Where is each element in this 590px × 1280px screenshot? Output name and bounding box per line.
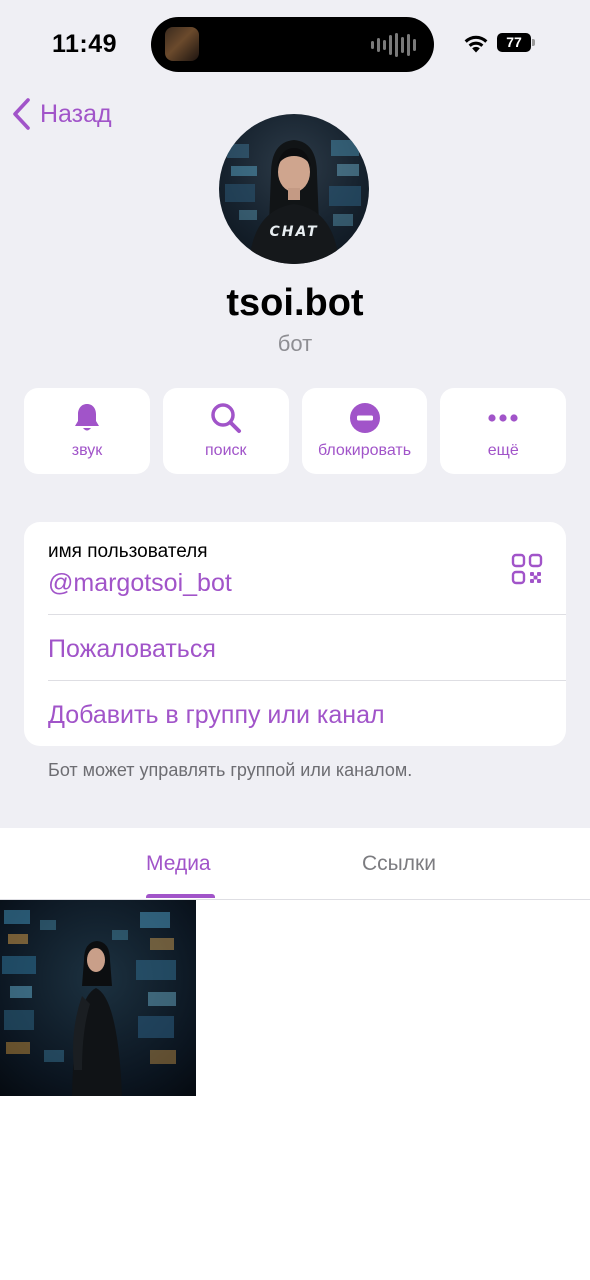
search-icon	[211, 403, 241, 433]
username-value[interactable]: @margotsoi_bot	[48, 569, 232, 598]
divider	[48, 614, 566, 615]
battery-level: 77	[506, 34, 522, 50]
username-row[interactable]: имя пользователя @margotsoi_bot	[24, 522, 566, 614]
wifi-icon	[464, 35, 488, 53]
back-button[interactable]: Назад	[10, 96, 112, 132]
now-playing-artwork	[165, 27, 199, 61]
bell-icon	[75, 404, 99, 431]
tab-links[interactable]: Ссылки	[362, 852, 436, 876]
more-button[interactable]: ещё	[440, 388, 566, 474]
dynamic-island[interactable]	[151, 17, 434, 72]
chevron-left-icon	[13, 98, 30, 130]
media-tabs: Медиа Ссылки	[0, 828, 590, 900]
qr-code-icon[interactable]	[511, 553, 543, 585]
block-icon	[349, 403, 380, 433]
more-icon	[488, 414, 518, 422]
profile-name: tsoi.bot	[226, 282, 364, 324]
status-time: 11:49	[52, 30, 118, 58]
action-bar: звук поиск блокировать ещё	[24, 388, 566, 474]
active-tab-indicator	[146, 894, 215, 898]
media-thumbnail[interactable]	[0, 900, 196, 1096]
sound-label: звук	[71, 442, 103, 459]
back-label: Назад	[40, 99, 112, 128]
tab-media[interactable]: Медиа	[146, 852, 211, 876]
username-label: имя пользователя	[48, 541, 208, 562]
search-button[interactable]: поиск	[162, 388, 289, 474]
more-label: ещё	[487, 442, 519, 459]
avatar[interactable]: CHAT	[219, 114, 369, 264]
search-label: поиск	[205, 442, 247, 459]
add-to-group-button[interactable]: Добавить в группу или канал	[48, 701, 385, 730]
divider	[48, 680, 566, 681]
bot-info-note: Бот может управлять группой или каналом.	[48, 760, 413, 780]
profile-subtitle: бот	[277, 331, 313, 356]
sound-button[interactable]: звук	[24, 388, 150, 474]
info-card: имя пользователя @margotsoi_bot Пожалова…	[24, 522, 566, 746]
report-button[interactable]: Пожаловаться	[48, 635, 216, 664]
battery-icon: 77	[497, 33, 535, 52]
avatar-shirt-text: CHAT	[269, 224, 318, 240]
audio-waveform-icon	[371, 33, 416, 57]
block-label: блокировать	[317, 442, 412, 459]
block-button[interactable]: блокировать	[301, 388, 428, 474]
